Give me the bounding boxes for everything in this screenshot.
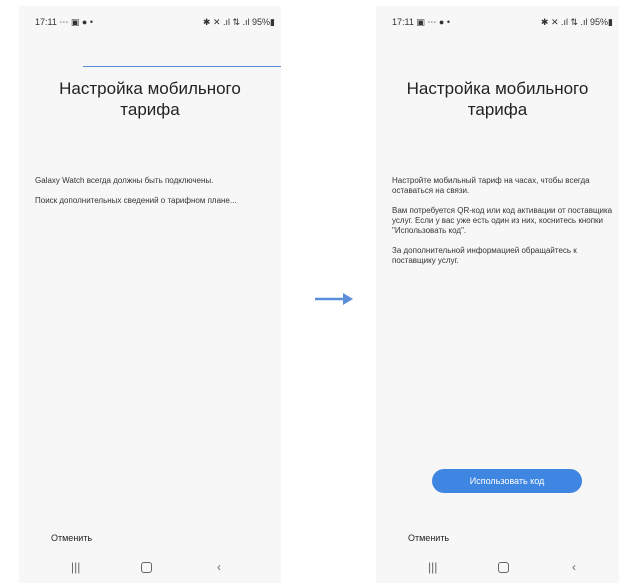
back-icon[interactable]: ‹ (217, 560, 221, 574)
clock: 17:11 (392, 17, 414, 27)
back-icon[interactable]: ‹ (572, 560, 576, 574)
paragraph: Поиск дополнительных сведений о тарифном… (35, 196, 237, 205)
home-icon[interactable] (498, 560, 509, 576)
navigation-bar: ||| ‹ (376, 553, 619, 583)
status-time: 17:11 ⋯ ▣ ● • (35, 17, 93, 28)
cancel-button[interactable]: Отменить (408, 533, 449, 543)
system-status-icons: ✱ ✕ .ıl ⇅ .ıl 95%▮ (540, 17, 613, 27)
navigation-bar: ||| ‹ (19, 553, 281, 583)
status-bar: 17:11 ⋯ ▣ ● • ✱ ✕ .ıl ⇅ .ıl 95%▮ (19, 6, 281, 36)
page-title: Настройка мобильного тарифа (59, 79, 241, 119)
paragraph: Настройте мобильный тариф на часах, чтоб… (392, 176, 590, 195)
recent-apps-icon[interactable]: ||| (71, 560, 80, 574)
status-time: 17:11 ▣ ⋯ ● • (392, 17, 450, 28)
paragraph: Galaxy Watch всегда должны быть подключе… (35, 176, 214, 185)
home-icon[interactable] (141, 560, 152, 576)
use-code-button[interactable]: Использовать код (432, 469, 582, 493)
paragraph: Вам потребуется QR-код или код активации… (392, 206, 613, 235)
notification-icons: ▣ ⋯ ● • (416, 17, 450, 27)
notification-icons: ⋯ ▣ ● • (59, 17, 93, 27)
clock: 17:11 (35, 17, 57, 27)
system-status-icons: ✱ ✕ .ıl ⇅ .ıl 95%▮ (202, 17, 275, 27)
phone-screen-left: 17:11 ⋯ ▣ ● • ✱ ✕ .ıl ⇅ .ıl 95%▮ Настрой… (19, 6, 281, 583)
phone-screen-right: 17:11 ▣ ⋯ ● • ✱ ✕ .ıl ⇅ .ıl 95%▮ Настрой… (376, 6, 619, 583)
description-text: Galaxy Watch всегда должны быть подключе… (35, 176, 271, 216)
recent-apps-icon[interactable]: ||| (428, 560, 437, 574)
progress-indicator (83, 66, 281, 67)
page-title: Настройка мобильного тарифа (406, 79, 589, 119)
arrow-right-icon (315, 293, 353, 305)
status-bar: 17:11 ▣ ⋯ ● • ✱ ✕ .ıl ⇅ .ıl 95%▮ (376, 6, 619, 36)
description-text: Настройте мобильный тариф на часах, чтоб… (392, 176, 619, 276)
cancel-button[interactable]: Отменить (51, 533, 92, 543)
paragraph: За дополнительной информацией обращайтес… (392, 246, 577, 265)
